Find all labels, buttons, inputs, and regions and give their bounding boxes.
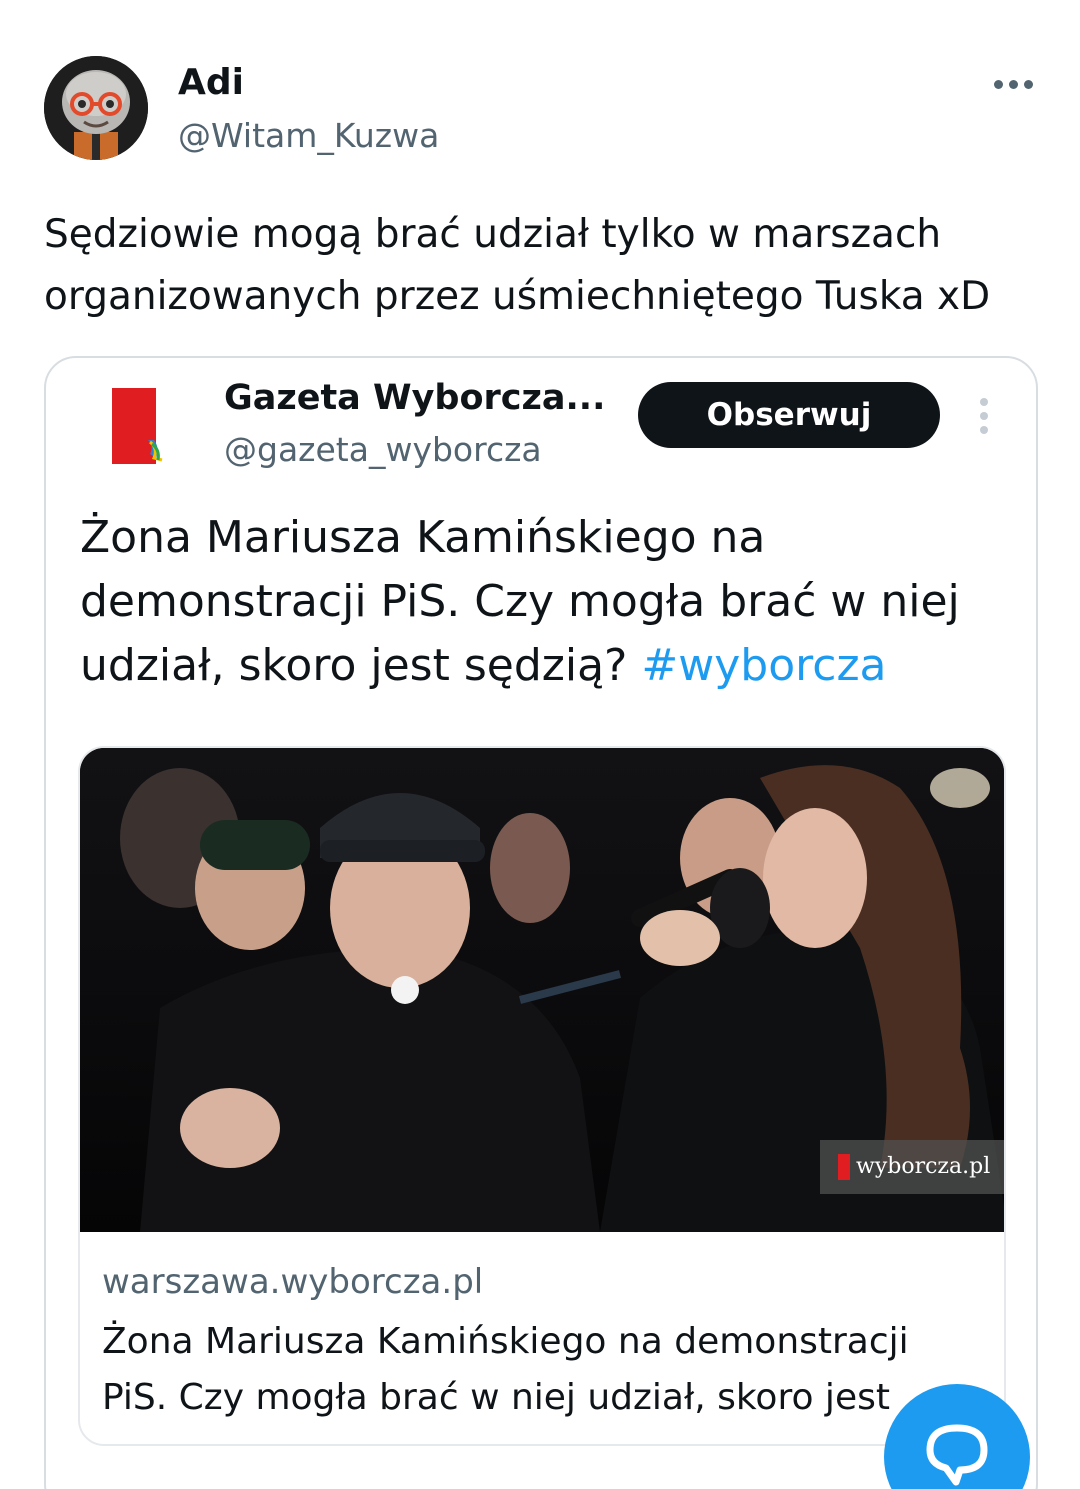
link-card[interactable]: wyborcza.pl warszawa.wyborcza.pl Żona Ma… — [78, 746, 1006, 1446]
hashtag-link[interactable]: #wyborcza — [641, 640, 886, 691]
author-name[interactable]: Adi — [178, 62, 244, 103]
watermark-text: wyborcza.pl — [856, 1154, 991, 1179]
quoted-author-handle[interactable]: @gazeta_wyborcza — [224, 430, 542, 469]
avatar-image — [44, 56, 148, 160]
reply-button[interactable] — [884, 1384, 1030, 1489]
follow-button[interactable]: Obserwuj — [638, 382, 940, 448]
quoted-avatar[interactable] — [110, 386, 174, 470]
more-vertical-icon[interactable] — [974, 396, 994, 436]
avatar[interactable] — [44, 56, 148, 160]
reply-bubble-icon — [926, 1424, 988, 1486]
quoted-author-name[interactable]: Gazeta Wyborcza... — [224, 378, 605, 418]
quoted-tweet[interactable]: Gazeta Wyborcza... @gazeta_wyborcza Obse… — [44, 356, 1038, 1489]
card-title: Żona Mariusza Kamińskiego na demonstracj… — [102, 1321, 909, 1418]
gazeta-logo-icon — [112, 388, 163, 464]
article-photo[interactable]: wyborcza.pl — [80, 748, 1004, 1232]
more-horizontal-icon[interactable] — [992, 70, 1036, 100]
author-handle[interactable]: @Witam_Kuzwa — [178, 116, 439, 155]
watermark-red-mark — [838, 1154, 850, 1180]
tweet-text: Sędziowie mogą brać udział tylko w marsz… — [44, 212, 991, 319]
watermark: wyborcza.pl — [820, 1140, 1004, 1194]
card-domain: warszawa.wyborcza.pl — [102, 1262, 484, 1302]
quoted-text: Żona Mariusza Kamińskiego na demonstracj… — [80, 506, 1010, 698]
